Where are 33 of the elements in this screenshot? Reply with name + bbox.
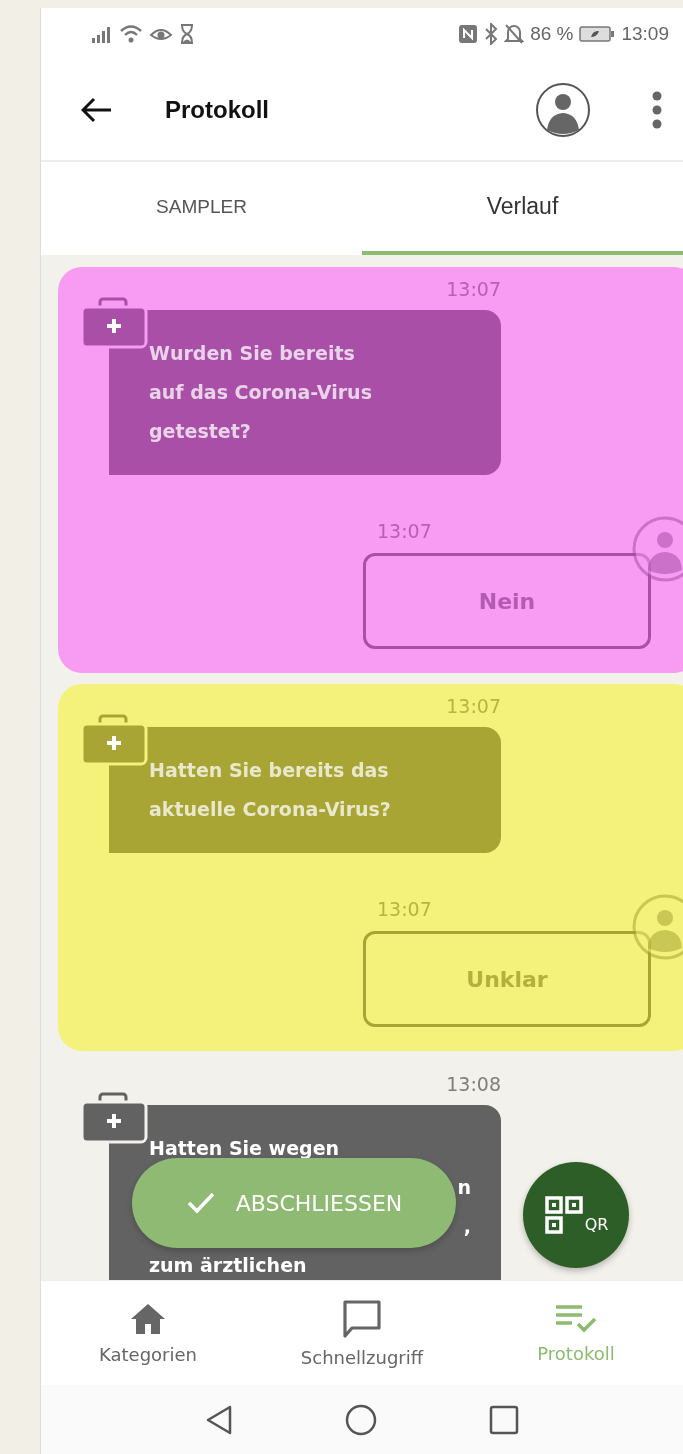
qr-code-icon <box>543 1195 584 1235</box>
checkmark-icon <box>185 1191 216 1215</box>
battery-icon <box>579 25 616 43</box>
bell-muted-icon <box>504 23 525 45</box>
question-bubble: Hatten Sie bereits das aktuelle Corona-Virus? <box>109 727 501 853</box>
user-avatar-icon <box>632 894 683 960</box>
home-circle-icon[interactable] <box>345 1403 377 1436</box>
battery-percent: 86 % <box>530 23 574 45</box>
hourglass-icon <box>179 24 195 44</box>
bluetooth-icon <box>484 23 499 45</box>
nfc-icon <box>458 24 479 44</box>
profile-avatar-icon[interactable] <box>535 82 591 138</box>
recents-square-icon[interactable] <box>489 1404 519 1435</box>
home-icon <box>129 1301 167 1336</box>
back-triangle-icon[interactable] <box>205 1403 233 1436</box>
checklist-icon <box>554 1302 598 1335</box>
message-time: 13:07 <box>376 519 432 543</box>
message-time: 13:07 <box>376 897 432 921</box>
back-arrow-icon[interactable] <box>81 97 113 123</box>
qr-code-button[interactable]: QR <box>523 1162 629 1268</box>
user-avatar-icon <box>632 516 683 582</box>
wifi-icon <box>119 24 143 44</box>
clock-time: 13:09 <box>621 23 669 45</box>
more-options-icon[interactable] <box>651 90 663 130</box>
medical-case-icon <box>80 297 150 351</box>
chat-bubble-icon <box>342 1298 382 1339</box>
signal-icon <box>91 25 113 43</box>
question-bubble: Wurden Sie bereits auf das Corona-Virus getestet? <box>109 310 501 475</box>
message-time: 13:07 <box>446 278 501 300</box>
screen-title: Protokoll <box>165 96 270 124</box>
message-time: 13:08 <box>446 1073 501 1095</box>
medical-case-icon <box>80 714 150 768</box>
message-time: 13:07 <box>446 695 501 717</box>
